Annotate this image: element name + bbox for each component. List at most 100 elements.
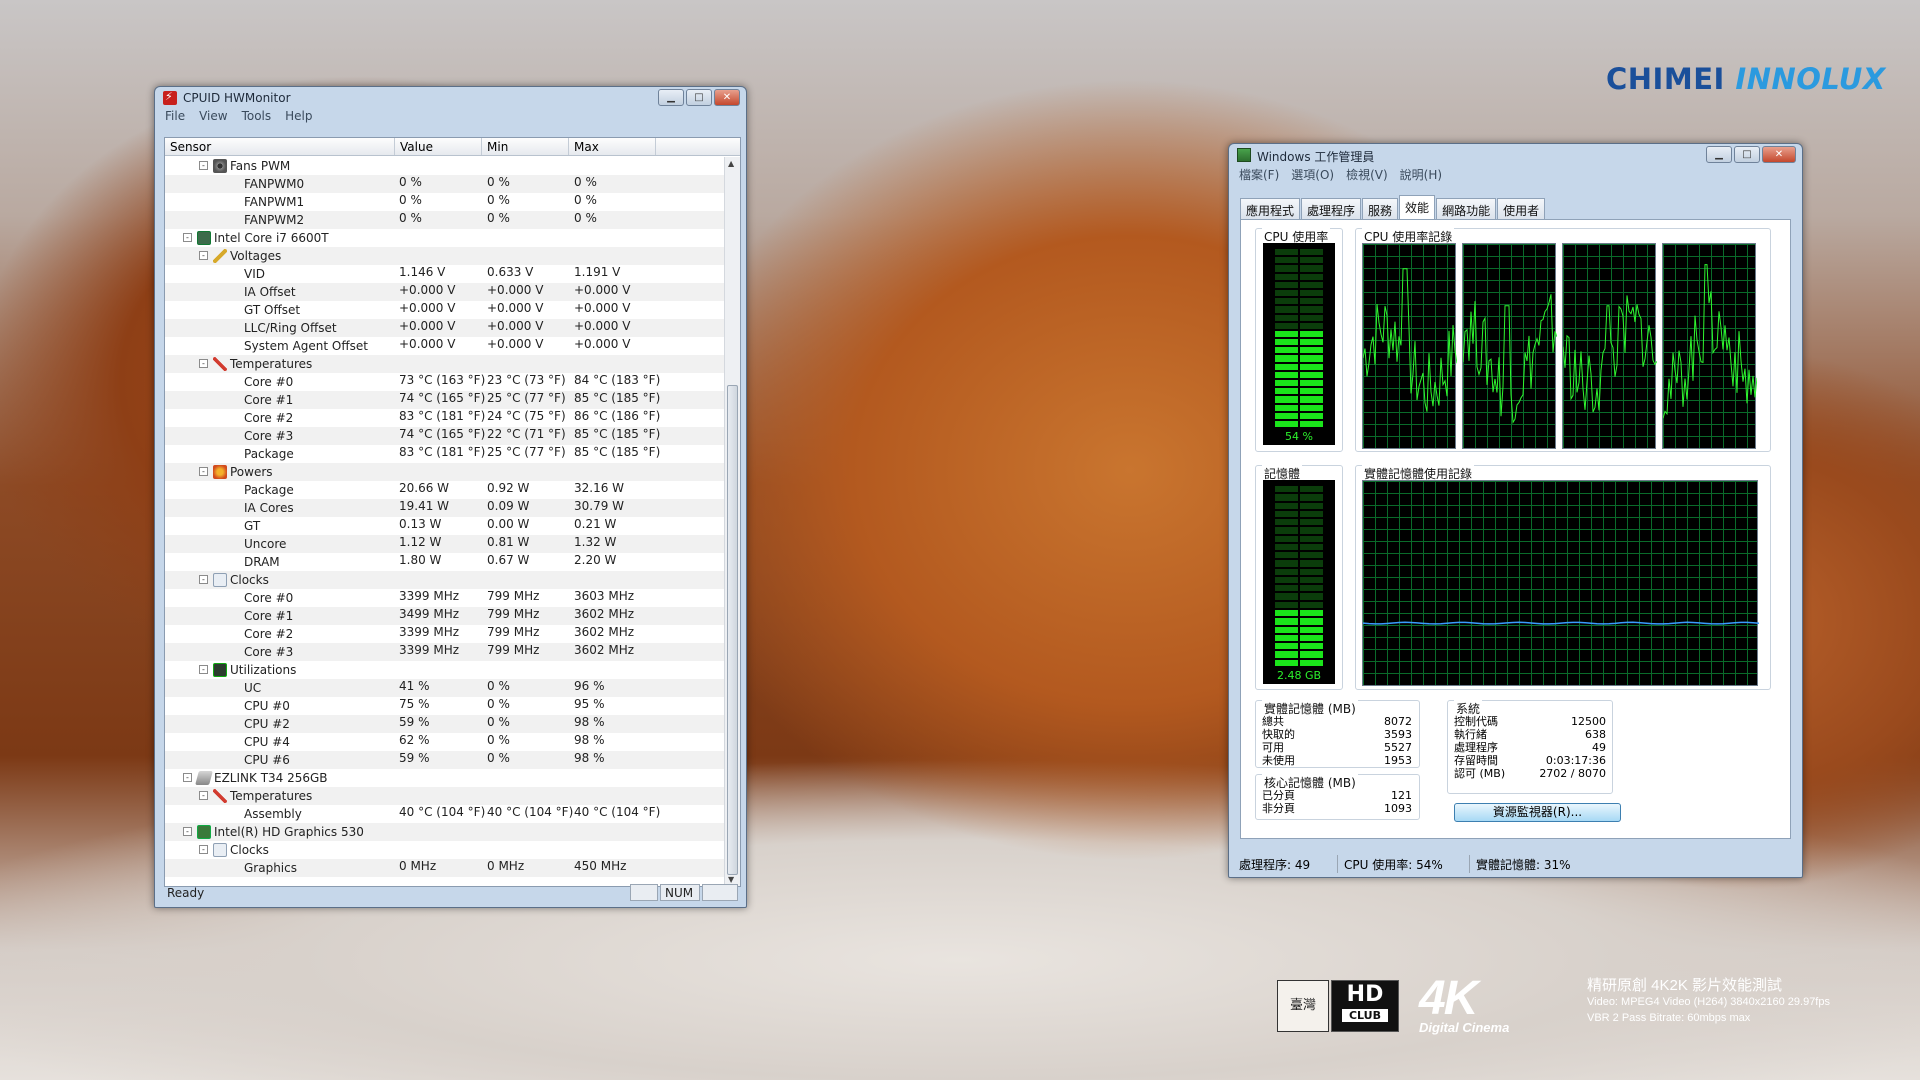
menu-view[interactable]: 檢視(V) (1346, 166, 1388, 184)
maximize-button[interactable]: □ (1734, 146, 1760, 163)
sensor-max: 86 °C (186 °F) (574, 409, 661, 423)
sensor-row[interactable]: - EZLINK T34 256GB (165, 769, 725, 787)
sensor-row[interactable]: - Fans PWM (165, 157, 725, 175)
sensor-row[interactable]: Core #3 3399 MHz 799 MHz 3602 MHz (165, 643, 725, 661)
club-text: CLUB (1342, 1009, 1388, 1022)
sensor-name-cell: Uncore (165, 535, 395, 553)
sensor-row[interactable]: - Intel(R) HD Graphics 530 (165, 823, 725, 841)
scroll-down-icon[interactable]: ▼ (728, 875, 734, 884)
scroll-up-icon[interactable]: ▲ (728, 159, 734, 168)
tree-collapse-icon[interactable]: - (199, 665, 208, 674)
column-max[interactable]: Max (569, 138, 656, 155)
sensor-row[interactable]: LLC/Ring Offset +0.000 V +0.000 V +0.000 V (165, 319, 725, 337)
sensor-row[interactable]: - Intel Core i7 6600T (165, 229, 725, 247)
sensor-row[interactable]: IA Cores 19.41 W 0.09 W 30.79 W (165, 499, 725, 517)
sensor-row[interactable]: Assembly 40 °C (104 °F) 40 °C (104 °F) 40 °… (165, 805, 725, 823)
tab-users[interactable]: 使用者 (1497, 198, 1546, 219)
tree-collapse-icon[interactable]: - (199, 791, 208, 800)
tree-collapse-icon[interactable]: - (199, 359, 208, 368)
sensor-row[interactable]: CPU #2 59 % 0 % 98 % (165, 715, 725, 733)
sensor-row[interactable]: Core #1 74 °C (165 °F) 25 °C (77 °F) 85 °C … (165, 391, 725, 409)
sensor-tree[interactable]: Sensor Value Min Max - Fans PWM FANPWM0 0 %… (164, 137, 741, 887)
sensor-row[interactable]: GT 0.13 W 0.00 W 0.21 W (165, 517, 725, 535)
menu-help[interactable]: Help (285, 109, 312, 127)
sensor-name: Voltages (230, 249, 282, 263)
sensor-row[interactable]: - Powers (165, 463, 725, 481)
sensor-row[interactable]: Core #2 3399 MHz 799 MHz 3602 MHz (165, 625, 725, 643)
vertical-scrollbar[interactable]: ▲ ▼ (724, 157, 740, 886)
sensor-row[interactable]: Core #2 83 °C (181 °F) 24 °C (75 °F) 86 °C … (165, 409, 725, 427)
sensor-row[interactable]: Core #1 3499 MHz 799 MHz 3602 MHz (165, 607, 725, 625)
sensor-row[interactable]: - Utilizations (165, 661, 725, 679)
close-button[interactable]: ✕ (1762, 146, 1796, 163)
cpu-usage-value: 54 % (1285, 430, 1313, 443)
menu-file[interactable]: 檔案(F) (1239, 166, 1279, 184)
menu-options[interactable]: 選項(O) (1291, 166, 1334, 184)
sensor-row[interactable]: FANPWM0 0 % 0 % 0 % (165, 175, 725, 193)
tab-applications[interactable]: 應用程式 (1240, 198, 1301, 219)
tree-collapse-icon[interactable]: - (183, 233, 192, 242)
sensor-row[interactable]: - Temperatures (165, 355, 725, 373)
sensor-min (482, 229, 569, 247)
sensor-row[interactable]: - Clocks (165, 841, 725, 859)
sensor-row[interactable]: System Agent Offset +0.000 V +0.000 V +0.00… (165, 337, 725, 355)
sensor-row[interactable]: Core #0 73 °C (163 °F) 23 °C (73 °F) 84 °C … (165, 373, 725, 391)
sensor-value: 3499 MHz (399, 607, 460, 621)
sensor-row[interactable]: Core #3 74 °C (165 °F) 22 °C (71 °F) 85 °C … (165, 427, 725, 445)
hwmonitor-titlebar[interactable]: CPUID HWMonitor ▁ □ ✕ (155, 87, 746, 109)
menu-view[interactable]: View (199, 109, 227, 127)
cpu-history-group: CPU 使用率記錄 (1355, 228, 1771, 452)
sensor-row[interactable]: DRAM 1.80 W 0.67 W 2.20 W (165, 553, 725, 571)
menu-help[interactable]: 說明(H) (1400, 166, 1442, 184)
sensor-name-cell: - Utilizations (165, 661, 395, 679)
sensor-name: Assembly (244, 807, 302, 821)
column-sensor[interactable]: Sensor (165, 138, 395, 155)
tab-services[interactable]: 服務 (1362, 198, 1399, 219)
tree-collapse-icon[interactable]: - (199, 467, 208, 476)
maximize-button[interactable]: □ (686, 89, 712, 106)
tree-collapse-icon[interactable]: - (199, 251, 208, 260)
sensor-row[interactable]: Core #0 3399 MHz 799 MHz 3603 MHz (165, 589, 725, 607)
sensor-row[interactable]: CPU #4 62 % 0 % 98 % (165, 733, 725, 751)
column-value[interactable]: Value (395, 138, 482, 155)
task-manager-window[interactable]: Windows 工作管理員 ▁ □ ✕ 檔案(F) 選項(O) 檢視(V) 說明… (1228, 143, 1803, 878)
sensor-row[interactable]: UC 41 % 0 % 96 % (165, 679, 725, 697)
sensor-row[interactable]: CPU #6 59 % 0 % 98 % (165, 751, 725, 769)
tab-processes[interactable]: 處理程序 (1301, 198, 1362, 219)
sensor-max (569, 823, 656, 841)
resource-monitor-button[interactable]: 資源監視器(R)... (1454, 803, 1621, 822)
sensor-name: IA Cores (244, 501, 294, 515)
sensor-name: UC (244, 681, 262, 695)
menu-file[interactable]: File (165, 109, 185, 127)
menu-tools[interactable]: Tools (242, 109, 272, 127)
sensor-row[interactable]: Uncore 1.12 W 0.81 W 1.32 W (165, 535, 725, 553)
sensor-row[interactable]: VID 1.146 V 0.633 V 1.191 V (165, 265, 725, 283)
hwmonitor-window[interactable]: CPUID HWMonitor ▁ □ ✕ File View Tools He… (154, 86, 747, 908)
tree-collapse-icon[interactable]: - (199, 845, 208, 854)
sensor-row[interactable]: FANPWM1 0 % 0 % 0 % (165, 193, 725, 211)
minimize-button[interactable]: ▁ (658, 89, 684, 106)
tree-collapse-icon[interactable]: - (183, 827, 192, 836)
sensor-row[interactable]: - Temperatures (165, 787, 725, 805)
scrollbar-thumb[interactable] (727, 385, 738, 875)
sensor-row[interactable]: - Voltages (165, 247, 725, 265)
column-min[interactable]: Min (482, 138, 569, 155)
tree-collapse-icon[interactable]: - (199, 161, 208, 170)
sensor-row[interactable]: GT Offset +0.000 V +0.000 V +0.000 V (165, 301, 725, 319)
tree-collapse-icon[interactable]: - (199, 575, 208, 584)
tab-networking[interactable]: 網路功能 (1436, 198, 1497, 219)
sensor-row[interactable]: Package 20.66 W 0.92 W 32.16 W (165, 481, 725, 499)
sensor-row[interactable]: CPU #0 75 % 0 % 95 % (165, 697, 725, 715)
sensor-row[interactable]: IA Offset +0.000 V +0.000 V +0.000 V (165, 283, 725, 301)
close-button[interactable]: ✕ (714, 89, 740, 106)
sensor-name-cell: - EZLINK T34 256GB (165, 769, 395, 787)
sensor-name-cell: - Temperatures (165, 787, 395, 805)
sensor-row[interactable]: FANPWM2 0 % 0 % 0 % (165, 211, 725, 229)
tree-collapse-icon[interactable]: - (183, 773, 192, 782)
sensor-row[interactable]: Graphics 0 MHz 0 MHz 450 MHz (165, 859, 725, 877)
minimize-button[interactable]: ▁ (1706, 146, 1732, 163)
sensor-row[interactable]: - Clocks (165, 571, 725, 589)
sensor-row[interactable]: Package 83 °C (181 °F) 25 °C (77 °F) 85 °C … (165, 445, 725, 463)
taskmgr-titlebar[interactable]: Windows 工作管理員 ▁ □ ✕ (1229, 144, 1802, 166)
tab-performance[interactable]: 效能 (1399, 195, 1436, 219)
